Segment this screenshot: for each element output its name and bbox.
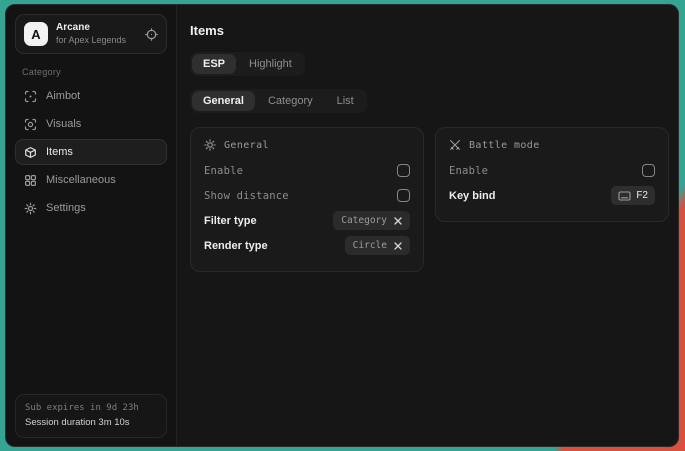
render-type-value: Circle xyxy=(353,240,387,251)
sidebar: A Arcane for Apex Legends Category xyxy=(6,5,177,446)
sidebar-item-label: Aimbot xyxy=(46,90,80,102)
eye-icon xyxy=(24,118,37,131)
battle-enable-checkbox[interactable] xyxy=(642,164,655,177)
keyboard-icon xyxy=(618,191,631,201)
target-icon[interactable] xyxy=(145,28,158,41)
enable-row: Enable xyxy=(204,158,410,183)
sidebar-item-settings[interactable]: Settings xyxy=(15,195,167,221)
render-type-row: Render type Circle xyxy=(204,233,410,258)
mode-tabs: ESP Highlight xyxy=(190,52,305,76)
battle-enable-label: Enable xyxy=(449,165,488,177)
key-bind-label: Key bind xyxy=(449,190,495,202)
key-bind-value: F2 xyxy=(636,190,648,201)
session-duration-text: Session duration 3m 10s xyxy=(25,416,157,430)
show-distance-checkbox[interactable] xyxy=(397,189,410,202)
sidebar-item-visuals[interactable]: Visuals xyxy=(15,111,167,137)
swords-icon xyxy=(449,139,461,151)
sidebar-nav: Aimbot Visuals xyxy=(15,83,167,221)
sidebar-item-miscellaneous[interactable]: Miscellaneous xyxy=(15,167,167,193)
close-icon[interactable] xyxy=(394,217,402,225)
grid-icon xyxy=(24,174,37,187)
panels-row: General Enable Show distance Filter type… xyxy=(190,127,669,272)
tab-general[interactable]: General xyxy=(192,91,255,111)
enable-label: Enable xyxy=(204,165,243,177)
show-distance-row: Show distance xyxy=(204,183,410,208)
general-panel-title: General xyxy=(224,140,269,151)
view-tabs: General Category List xyxy=(190,89,367,113)
gear-icon xyxy=(24,202,37,215)
battle-mode-panel-title: Battle mode xyxy=(469,140,540,151)
close-icon[interactable] xyxy=(394,242,402,250)
package-icon xyxy=(24,146,37,159)
subscription-card: Sub expires in 9d 23h Session duration 3… xyxy=(15,394,167,438)
app-subtitle: for Apex Legends xyxy=(56,35,137,46)
app-name: Arcane xyxy=(56,22,137,35)
battle-enable-row: Enable xyxy=(449,158,655,183)
app-header-card: A Arcane for Apex Legends xyxy=(15,14,167,54)
sidebar-spacer xyxy=(15,221,167,394)
sidebar-item-label: Visuals xyxy=(46,118,81,130)
page-title: Items xyxy=(190,23,669,38)
tab-highlight[interactable]: Highlight xyxy=(238,54,303,74)
sidebar-item-label: Miscellaneous xyxy=(46,174,116,186)
tab-list[interactable]: List xyxy=(326,91,365,111)
enable-checkbox[interactable] xyxy=(397,164,410,177)
battle-mode-panel: Battle mode Enable Key bind xyxy=(435,127,669,222)
desktop-background: { "colors": { "desktop_teal": "#35a492",… xyxy=(0,0,685,451)
filter-type-row: Filter type Category xyxy=(204,208,410,233)
app-titles: Arcane for Apex Legends xyxy=(56,22,137,46)
app-window: A Arcane for Apex Legends Category xyxy=(5,4,679,447)
sidebar-item-aimbot[interactable]: Aimbot xyxy=(15,83,167,109)
sidebar-item-items[interactable]: Items xyxy=(15,139,167,165)
tab-esp[interactable]: ESP xyxy=(192,54,236,74)
show-distance-label: Show distance xyxy=(204,190,289,202)
tab-category[interactable]: Category xyxy=(257,91,324,111)
filter-type-label: Filter type xyxy=(204,215,257,227)
filter-type-value: Category xyxy=(341,215,387,226)
sub-expires-text: Sub expires in 9d 23h xyxy=(25,402,157,416)
render-type-label: Render type xyxy=(204,240,268,252)
category-section-label: Category xyxy=(22,67,167,77)
sidebar-item-label: Items xyxy=(46,146,73,158)
app-logo: A xyxy=(24,22,48,46)
filter-type-chip[interactable]: Category xyxy=(333,211,410,230)
sun-icon xyxy=(204,139,216,151)
key-bind-row: Key bind F2 xyxy=(449,183,655,208)
main-content: Items ESP Highlight General Category Lis… xyxy=(177,5,679,446)
general-panel: General Enable Show distance Filter type… xyxy=(190,127,424,272)
render-type-chip[interactable]: Circle xyxy=(345,236,410,255)
battle-mode-panel-header: Battle mode xyxy=(449,139,655,151)
sidebar-item-label: Settings xyxy=(46,202,86,214)
key-bind-badge[interactable]: F2 xyxy=(611,186,655,205)
crosshair-icon xyxy=(24,90,37,103)
general-panel-header: General xyxy=(204,139,410,151)
